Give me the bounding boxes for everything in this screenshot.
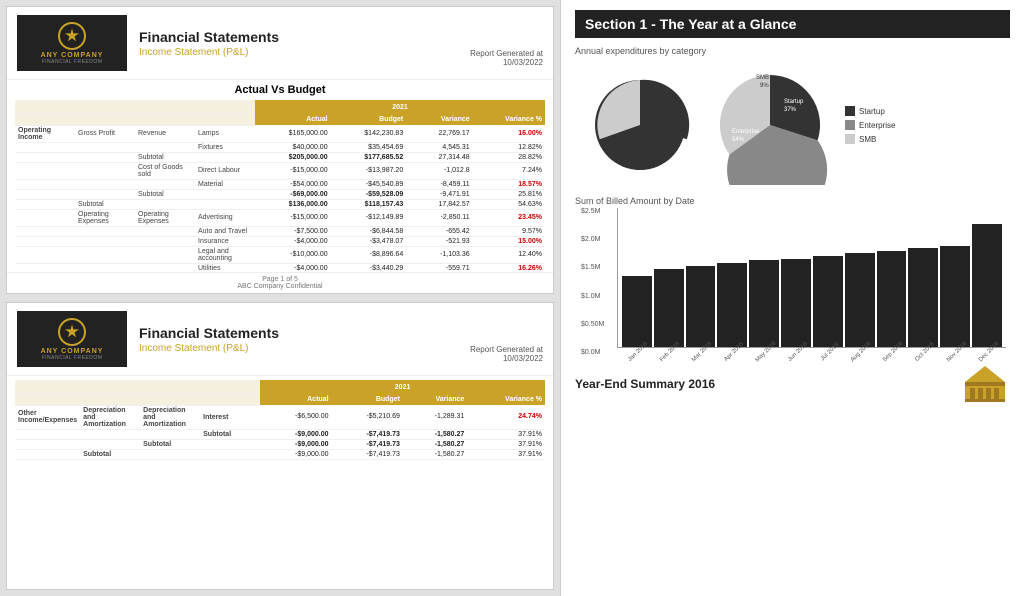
section-title-1: Actual Vs Budget [15,84,545,96]
page-2-subtitle: Income Statement (P&L) [139,343,470,354]
page-1-header: ANY COMPANY FINANCIAL FREEDOM Financial … [7,7,553,80]
logo-icon-1 [65,29,79,43]
pie-label-startup-pct: 37% [784,107,797,113]
right-panel: Section 1 - The Year at a Glance Annual … [560,0,1024,596]
bar-chart-area [617,208,1006,348]
col-variance: Variance [406,114,472,125]
legend-smb: SMB [845,134,895,144]
page-2-card: ANY COMPANY FINANCIAL FREEDOM Financial … [6,302,554,590]
bar-y-labels: $2.5M $2.0M $1.5M $1.0M $0.50M $0.0M [581,208,604,356]
bar-col-8 [877,251,907,347]
company-name-2: ANY COMPANY [41,348,104,355]
bar-col-9 [908,248,938,347]
page-2-title: Financial Statements [139,325,470,341]
pie-legend: Startup Enterprise SMB [845,106,895,144]
report-generated-2: Report Generated at 10/03/2022 [470,345,543,367]
pie-chart-svg [575,65,705,185]
legend-startup: Startup [845,106,895,116]
bank-icon [960,364,1010,404]
pie-label-smb-pct: 9% [760,83,769,89]
bar-col-10 [940,246,970,347]
legend-swatch-startup [845,106,855,116]
logo-icon-2 [65,325,79,339]
legend-enterprise: Enterprise [845,120,895,130]
logo-circle-1 [58,22,86,50]
page-2-header: ANY COMPANY FINANCIAL FREEDOM Financial … [7,303,553,376]
bar-col-1 [654,269,684,347]
year-end-title: Year-End Summary 2016 [575,377,715,391]
bar-col-0 [622,276,652,348]
pie-label-startup: Startup [784,99,804,105]
col-actual: Actual [255,114,331,125]
legend-label-startup: Startup [859,107,885,116]
bar-x-labels: Jan 2016Feb 2016Mar 2016Apr 2016May 2016… [617,350,1006,356]
bar-col-4 [749,260,779,347]
page-1-subtitle: Income Statement (P&L) [139,47,470,58]
legend-label-smb: SMB [859,135,876,144]
pie-label-enterprise: Enterprise [732,129,760,135]
year-header-2: 2021 [260,380,545,394]
bar-col-6 [813,256,843,347]
bar-col-11 [972,224,1002,348]
report-generated-1: Report Generated at 10/03/2022 [470,49,543,71]
legend-label-enterprise: Enterprise [859,121,895,130]
pie-chart-title: Annual expenditures by category [575,46,1010,56]
col-budget: Budget [331,114,407,125]
pie-label-enterprise-pct: 54% [732,137,745,143]
page-1-body: Actual Vs Budget 2021 Actual Budget Vari… [7,80,553,272]
legend-swatch-smb [845,134,855,144]
company-tagline-2: FINANCIAL FREEDOM [42,355,103,361]
pie-svg: Startup 37% Enterprise 54% SMB 9% [705,65,835,185]
bar-col-7 [845,253,875,347]
logo-circle-2 [58,318,86,346]
year-header: 2021 [255,100,545,114]
year-end-section: Year-End Summary 2016 [575,364,1010,404]
header-info-2: Financial Statements Income Statement (P… [127,325,470,354]
company-tagline-1: FINANCIAL FREEDOM [42,59,103,65]
col-variancep: Variance % [473,114,545,125]
page-1-card: ANY COMPANY FINANCIAL FREEDOM Financial … [6,6,554,294]
page-2-body: 2021 Actual Budget Variance Variance % O… [7,376,553,589]
bar-col-2 [686,266,716,347]
page-1-footer: Page 1 of 5 ABC Company Confidential [7,272,553,293]
pie-label-smb: SMB [756,75,769,81]
page-1-title: Financial Statements [139,29,470,45]
logo-box-1: ANY COMPANY FINANCIAL FREEDOM [17,15,127,71]
bar-col-3 [717,263,747,348]
bar-chart-container: $2.5M $2.0M $1.5M $1.0M $0.50M $0.0M Jan… [617,208,1006,356]
logo-box-2: ANY COMPANY FINANCIAL FREEDOM [17,311,127,367]
bar-col-5 [781,259,811,347]
right-header: Section 1 - The Year at a Glance [575,10,1010,38]
financial-table-1: 2021 Actual Budget Variance Variance % O… [15,100,545,272]
pie-chart-area: Startup 37% Enterprise 54% SMB 9% Startu… [575,60,1010,190]
legend-swatch-enterprise [845,120,855,130]
financial-table-2: 2021 Actual Budget Variance Variance % O… [15,380,545,460]
company-name-1: ANY COMPANY [41,52,104,59]
bar-chart-title: Sum of Billed Amount by Date [575,196,1010,206]
header-info-1: Financial Statements Income Statement (P… [127,29,470,58]
left-panel: ANY COMPANY FINANCIAL FREEDOM Financial … [0,0,560,596]
